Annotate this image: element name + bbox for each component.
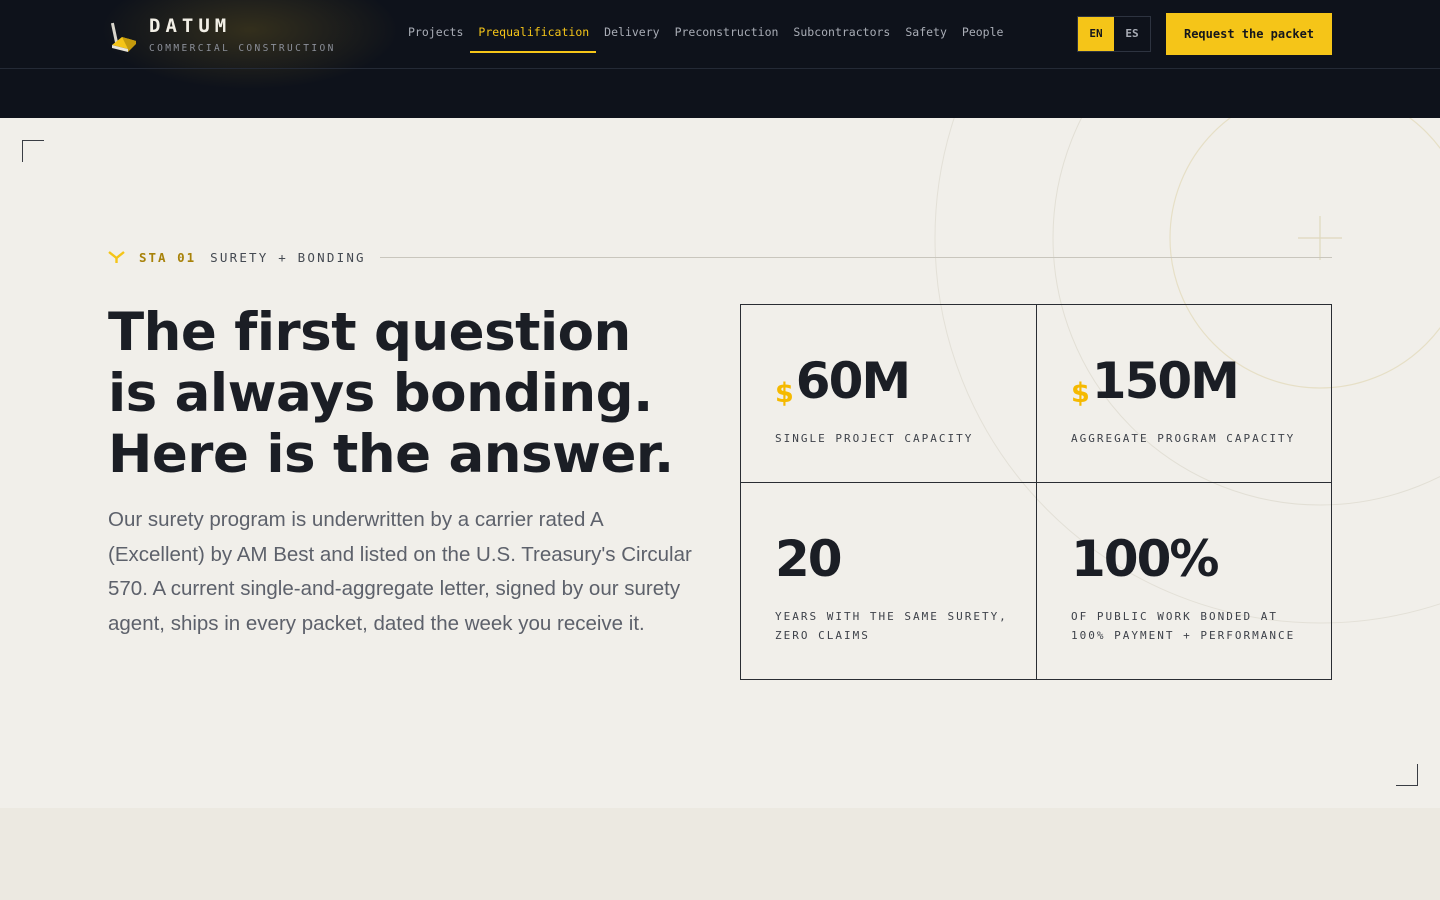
brand-tagline: COMMERCIAL CONSTRUCTION bbox=[149, 43, 336, 54]
nav-safety[interactable]: Safety bbox=[897, 16, 954, 53]
hardhat-logo-icon bbox=[110, 22, 136, 52]
section-body: Our surety program is underwritten by a … bbox=[108, 508, 692, 635]
stat-value: $60M bbox=[775, 352, 911, 422]
stat-label: YEARS WITH THE SAME SURETY, ZERO CLAIMS bbox=[775, 610, 1008, 642]
section-eyebrow: STA 01 SURETY + BONDING bbox=[108, 248, 1332, 266]
stat-number: 60M bbox=[795, 352, 911, 410]
nav-people[interactable]: People bbox=[954, 16, 1011, 53]
section-code: STA 01 bbox=[139, 249, 197, 265]
stat-value: 20 bbox=[775, 530, 843, 588]
section-headline: The first question is always bonding. He… bbox=[108, 302, 708, 485]
nav-preconstruction[interactable]: Preconstruction bbox=[667, 16, 786, 53]
header-divider bbox=[0, 68, 1440, 69]
headline-line-3: Here is the answer. bbox=[108, 424, 674, 485]
headline-line-2: is always bonding. bbox=[108, 363, 653, 424]
stat-label: OF PUBLIC WORK BONDED AT 100% PAYMENT + … bbox=[1071, 610, 1296, 642]
brand-name: DATUM bbox=[149, 15, 232, 37]
brand-text: DATUM COMMERCIAL CONSTRUCTION bbox=[149, 14, 336, 54]
bonding-stats-grid: $60M SINGLE PROJECT CAPACITY $150M AGGRE… bbox=[740, 304, 1332, 680]
brand[interactable]: DATUM COMMERCIAL CONSTRUCTION bbox=[110, 14, 336, 54]
headline-line-1: The first question bbox=[108, 302, 631, 363]
corner-mark-top-left bbox=[22, 140, 44, 162]
stat-aggregate-program: $150M AGGREGATE PROGRAM CAPACITY bbox=[1037, 305, 1332, 483]
top-navigation-bar: DATUM COMMERCIAL CONSTRUCTION Projects P… bbox=[0, 0, 1440, 118]
stat-label: SINGLE PROJECT CAPACITY bbox=[775, 432, 974, 445]
language-switcher: EN ES bbox=[1077, 16, 1151, 52]
stat-label: AGGREGATE PROGRAM CAPACITY bbox=[1071, 432, 1296, 445]
stat-public-work-bonded: 100% OF PUBLIC WORK BONDED AT 100% PAYME… bbox=[1037, 483, 1332, 679]
eyebrow-divider bbox=[379, 256, 1332, 258]
currency-sign: $ bbox=[775, 378, 794, 409]
stat-value: 100% bbox=[1071, 530, 1219, 588]
next-section-band bbox=[0, 808, 1440, 900]
corner-mark-bottom-right bbox=[1396, 764, 1418, 786]
request-packet-button[interactable]: Request the packet bbox=[1166, 13, 1332, 55]
currency-sign: $ bbox=[1071, 378, 1090, 409]
language-es-button[interactable]: ES bbox=[1114, 17, 1150, 51]
main-nav: Projects Prequalification Delivery Preco… bbox=[400, 16, 1011, 53]
section-label: SURETY + BONDING bbox=[210, 249, 366, 265]
stat-number: 150M bbox=[1091, 352, 1240, 410]
nav-delivery[interactable]: Delivery bbox=[596, 16, 666, 53]
stat-years-same-surety: 20 YEARS WITH THE SAME SURETY, ZERO CLAI… bbox=[741, 483, 1037, 679]
nav-projects[interactable]: Projects bbox=[400, 16, 470, 53]
surety-bonding-section: STA 01 SURETY + BONDING The first questi… bbox=[0, 118, 1440, 808]
stat-number: 100% bbox=[1071, 530, 1219, 588]
chevron-marker-icon bbox=[108, 251, 125, 263]
stat-single-project: $60M SINGLE PROJECT CAPACITY bbox=[741, 305, 1037, 483]
nav-prequalification[interactable]: Prequalification bbox=[470, 16, 597, 53]
stat-value: $150M bbox=[1071, 352, 1240, 422]
language-en-button[interactable]: EN bbox=[1078, 17, 1114, 51]
stat-number: 20 bbox=[775, 530, 843, 588]
nav-subcontractors[interactable]: Subcontractors bbox=[785, 16, 897, 53]
